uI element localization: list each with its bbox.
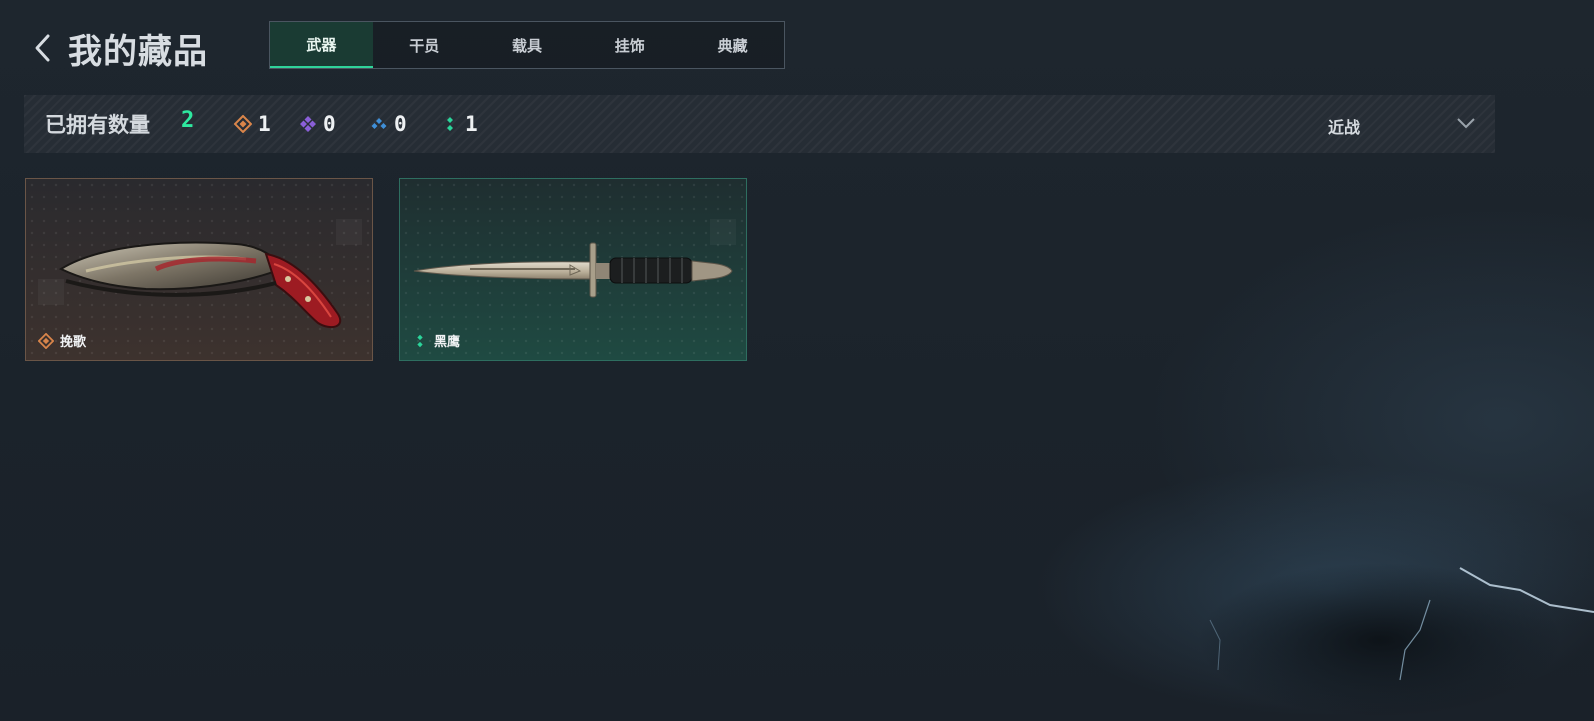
owned-count-value: 2 (181, 108, 195, 133)
purple-diamond-icon (300, 116, 316, 132)
rarity-orange-count: 1 (234, 112, 271, 136)
green-diamond-icon (447, 117, 453, 131)
tab-collection[interactable]: 典藏 (681, 22, 784, 68)
back-icon[interactable] (28, 30, 64, 66)
rarity-green-count: 1 (441, 112, 478, 136)
category-tabs: 武器 干员 载具 挂饰 典藏 (269, 21, 785, 69)
tab-charms[interactable]: 挂饰 (578, 22, 681, 68)
item-name-label: 黑鹰 (412, 331, 460, 350)
category-filter-dropdown[interactable]: 近战 (1328, 114, 1360, 138)
tab-operators[interactable]: 干员 (373, 22, 476, 68)
orange-diamond-icon (234, 115, 252, 133)
green-diamond-icon (417, 334, 423, 347)
lightning-decoration (1209, 567, 1594, 681)
tab-weapons[interactable]: 武器 (270, 22, 373, 68)
kukri-knife-image (58, 241, 342, 329)
tab-vehicles[interactable]: 载具 (476, 22, 579, 68)
owned-count-label: 已拥有数量 (45, 113, 150, 137)
ownership-stats-bar: 已拥有数量 2 1 0 0 1 近战 (24, 95, 1495, 153)
page-title: 我的藏品 (68, 32, 208, 72)
item-card-black-hawk[interactable]: 黑鹰 (399, 178, 747, 361)
rarity-blue-count: 0 (370, 112, 407, 136)
item-name-label: 挽歌 (38, 331, 86, 350)
orange-diamond-icon (38, 332, 54, 349)
combat-dagger-image (413, 242, 733, 298)
rarity-purple-count: 0 (299, 112, 336, 136)
blue-diamond-icon (371, 118, 387, 129)
item-card-elegy[interactable]: 挽歌 (25, 178, 373, 361)
chevron-down-icon[interactable] (1456, 115, 1476, 131)
